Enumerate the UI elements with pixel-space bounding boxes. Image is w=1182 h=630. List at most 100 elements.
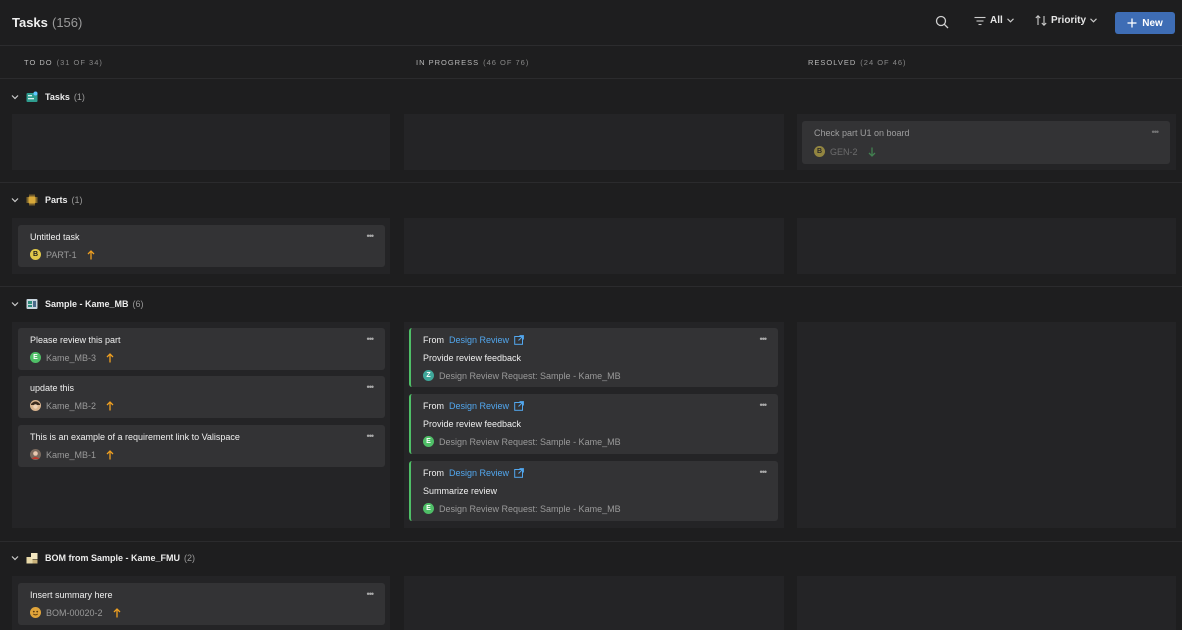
group-parts[interactable]: Parts (1) [10,192,83,208]
sort-label: Priority [1051,15,1087,26]
more-options-icon[interactable]: ••• [1152,127,1160,137]
review-request: Design Review Request: Sample - Kame_MB [439,436,621,447]
card-id: GEN-2 [830,146,858,157]
avatar [30,449,41,460]
more-options-icon[interactable]: ••• [367,231,375,241]
design-review-link[interactable]: Design Review [449,401,509,411]
sort-button[interactable]: Priority [1035,15,1097,26]
task-card-bom-00020-2[interactable]: Insert summary here ••• BOM-00020-2 [18,583,385,625]
card-meta: E Design Review Request: Sample - Kame_M… [423,503,621,514]
chevron-down-icon[interactable] [10,195,20,205]
card-id: Kame_MB-2 [46,400,97,411]
lane-kame-mb-resolved [797,322,1176,528]
group-bom[interactable]: BOM from Sample - Kame_FMU (2) [10,550,195,566]
design-review-link[interactable]: Design Review [449,335,509,345]
card-title: Provide review feedback [423,419,522,429]
column-header-resolved: RESOLVED (24 OF 46) [808,58,907,67]
column-header-todo: TO DO (31 OF 34) [24,58,103,67]
arrow-up-icon [87,249,95,259]
chevron-down-icon[interactable] [10,553,20,563]
card-title: Insert summary here [30,590,113,600]
review-request: Design Review Request: Sample - Kame_MB [439,370,621,381]
card-title: Untitled task [30,232,80,242]
task-card-gen-2[interactable]: Check part U1 on board ••• B GEN-2 [802,121,1170,164]
more-options-icon[interactable]: ••• [760,334,768,344]
filter-label: All [990,15,1003,26]
chevron-down-icon [1090,18,1097,23]
card-meta: E Design Review Request: Sample - Kame_M… [423,436,621,447]
tasks-group-icon [26,91,38,102]
divider [0,541,1182,542]
card-meta: E Kame_MB-3 [30,352,114,363]
lane-tasks-in-progress [404,114,784,170]
filter-button[interactable]: All [974,15,1014,26]
task-card-part-1[interactable]: Untitled task ••• B PART-1 [18,225,385,267]
card-meta: Z Design Review Request: Sample - Kame_M… [423,370,621,381]
card-title: Check part U1 on board [814,128,910,138]
arrow-up-icon [113,607,120,617]
avatar: B [814,146,825,157]
external-link-icon[interactable] [514,335,524,345]
card-meta: B GEN-2 [814,146,876,157]
group-sample-kame-mb[interactable]: Sample - Kame_MB (6) [10,296,144,312]
task-card-kame-mb-1[interactable]: This is an example of a requirement link… [18,425,385,467]
new-task-button[interactable]: New [1115,12,1175,34]
chevron-down-icon[interactable] [10,299,20,309]
review-card[interactable]: From Design Review ••• Provide review fe… [409,394,778,454]
task-card-kame-mb-3[interactable]: Please review this part ••• E Kame_MB-3 [18,328,385,370]
divider [0,182,1182,183]
card-title: This is an example of a requirement link… [30,432,240,442]
more-options-icon[interactable]: ••• [367,431,375,441]
card-meta: Kame_MB-1 [30,449,114,460]
chevron-down-icon[interactable] [10,92,20,102]
design-review-link[interactable]: Design Review [449,468,509,478]
more-options-icon[interactable]: ••• [367,334,375,344]
avatar [30,607,41,618]
lane-tasks-todo [12,114,390,170]
filter-icon [974,16,986,25]
card-title: Provide review feedback [423,353,522,363]
more-options-icon[interactable]: ••• [760,400,768,410]
card-title: Please review this part [30,335,121,345]
lane-bom-resolved [797,576,1176,630]
avatar: E [423,436,434,447]
card-meta: BOM-00020-2 [30,607,121,618]
card-meta: B PART-1 [30,249,95,260]
card-meta: Kame_MB-2 [30,400,114,411]
review-card[interactable]: From Design Review ••• Summarize review … [409,461,778,521]
more-options-icon[interactable]: ••• [760,467,768,477]
avatar: Z [423,370,434,381]
avatar: E [423,503,434,514]
chip-icon [26,194,38,206]
more-options-icon[interactable]: ••• [367,589,375,599]
arrow-up-icon [106,352,114,362]
bom-icon [26,553,38,564]
search-icon[interactable] [935,15,949,29]
card-id: PART-1 [46,249,77,260]
avatar: B [30,249,41,260]
chevron-down-icon [1006,18,1014,23]
arrow-down-icon [868,147,875,157]
review-request: Design Review Request: Sample - Kame_MB [439,503,621,514]
avatar: E [30,352,41,363]
card-id: Kame_MB-1 [46,449,97,460]
column-header-in-progress: IN PROGRESS (46 OF 76) [416,58,530,67]
group-tasks[interactable]: Tasks (1) [10,89,85,105]
lane-bom-in-progress [404,576,784,630]
task-card-kame-mb-2[interactable]: update this ••• Kame_MB-2 [18,376,385,418]
board-icon [26,299,38,309]
more-options-icon[interactable]: ••• [367,382,375,392]
card-id: Kame_MB-3 [46,352,97,363]
page-title: Tasks [12,15,48,30]
new-label: New [1142,17,1163,29]
sort-icon [1035,15,1047,26]
arrow-up-icon [106,449,114,459]
external-link-icon[interactable] [514,401,524,411]
plus-icon [1127,18,1137,28]
card-title: update this [30,383,75,393]
review-card[interactable]: From Design Review ••• Provide review fe… [409,328,778,387]
external-link-icon[interactable] [514,468,524,478]
arrow-up-icon [106,400,114,410]
avatar [30,400,41,411]
card-title: Summarize review [423,486,498,496]
